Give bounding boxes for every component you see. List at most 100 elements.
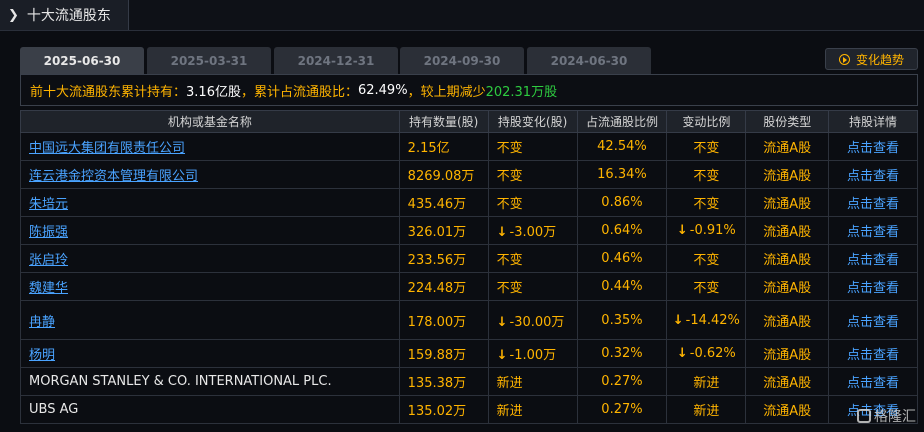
- view-detail-link[interactable]: 点击查看: [847, 348, 899, 363]
- view-detail-link[interactable]: 点击查看: [847, 169, 899, 184]
- cell-pct: 0.86%: [576, 188, 668, 217]
- arrow-down-icon: ↓: [676, 223, 688, 238]
- col-header-change: 持股变化(股): [487, 110, 578, 133]
- cell-name: 张启玲: [20, 244, 400, 273]
- col-header-variation: 变动比例: [666, 110, 747, 133]
- view-detail-link[interactable]: 点击查看: [847, 253, 899, 268]
- change-value: -3.00万: [509, 225, 557, 240]
- holder-name[interactable]: 魏建华: [29, 281, 68, 296]
- arrow-down-icon: ↓: [676, 346, 688, 361]
- change-value: 新进: [496, 376, 523, 391]
- table-row: 连云港金控资本管理有限公司 8269.08万 不变 16.34% 不变 流通A股 点击查看: [20, 160, 918, 189]
- cell-qty: 178.00万: [398, 300, 489, 340]
- summary-ratio: 62.49%: [357, 82, 408, 98]
- cell-detail: 点击查看: [828, 367, 918, 396]
- cell-change: 不变: [487, 272, 578, 301]
- holder-name[interactable]: 连云港金控资本管理有限公司: [29, 169, 198, 184]
- holder-name[interactable]: 中国远大集团有限责任公司: [29, 141, 185, 156]
- play-circle-icon: [838, 53, 850, 65]
- cell-type: 流通A股: [745, 132, 830, 161]
- cell-pct: 0.32%: [576, 339, 668, 368]
- cell-type: 流通A股: [745, 300, 830, 340]
- tab-period-3[interactable]: 2024-09-30: [400, 47, 524, 74]
- cell-pct: 0.27%: [576, 395, 668, 424]
- change-value: 不变: [496, 169, 523, 184]
- holder-name[interactable]: 张启玲: [29, 253, 68, 268]
- tab-period-0[interactable]: 2025-06-30: [20, 47, 144, 74]
- view-detail-link[interactable]: 点击查看: [847, 225, 899, 240]
- cell-qty: 233.56万: [398, 244, 489, 273]
- cell-variation: 不变: [666, 244, 747, 273]
- cell-variation: ↓ -14.42%: [666, 300, 747, 340]
- cell-pct: 0.27%: [576, 367, 668, 396]
- view-detail-link[interactable]: 点击查看: [847, 197, 899, 212]
- change-value: 新进: [496, 404, 523, 419]
- cell-name: 中国远大集团有限责任公司: [20, 132, 400, 161]
- col-header-detail: 持股详情: [828, 110, 918, 133]
- cell-variation: ↓ -0.91%: [666, 216, 747, 245]
- tab-period-4[interactable]: 2024-06-30: [527, 47, 651, 74]
- table-row: 张启玲 233.56万 不变 0.46% 不变 流通A股 点击查看: [20, 244, 918, 273]
- variation-value: 不变: [693, 141, 720, 156]
- cell-type: 流通A股: [745, 244, 830, 273]
- cell-detail: 点击查看: [828, 339, 918, 368]
- page-title: 十大流通股东: [26, 8, 111, 24]
- cell-type: 流通A股: [745, 160, 830, 189]
- cell-detail: 点击查看: [828, 216, 918, 245]
- cell-detail: 点击查看: [828, 244, 918, 273]
- title-tab[interactable]: ❯ 十大流通股东: [0, 0, 129, 30]
- col-header-type: 股份类型: [745, 110, 830, 133]
- variation-value: 不变: [693, 253, 720, 268]
- variation-value: 新进: [693, 404, 720, 419]
- variation-value: 不变: [693, 197, 720, 212]
- logo-icon: [857, 409, 871, 423]
- cell-pct: 0.46%: [576, 244, 668, 273]
- variation-value: 不变: [693, 169, 720, 184]
- holder-name[interactable]: 朱培元: [29, 197, 68, 212]
- cell-change: ↓ -3.00万: [487, 216, 578, 245]
- arrow-down-icon: ↓: [496, 348, 508, 363]
- view-detail-link[interactable]: 点击查看: [847, 376, 899, 391]
- arrow-down-icon: ↓: [496, 225, 508, 240]
- cell-change: 不变: [487, 160, 578, 189]
- variation-value: -0.91%: [689, 223, 736, 238]
- shareholder-table: 机构或基金名称 持有数量(股) 持股变化(股) 占流通股比例 变动比例 股份类型…: [20, 110, 918, 424]
- cell-qty: 135.02万: [398, 395, 489, 424]
- change-value: -30.00万: [509, 314, 565, 330]
- variation-value: -14.42%: [685, 312, 740, 328]
- change-value: 不变: [496, 197, 523, 212]
- cell-variation: ↓ -0.62%: [666, 339, 747, 368]
- cell-detail: 点击查看: [828, 272, 918, 301]
- cell-variation: 不变: [666, 272, 747, 301]
- variation-value: -0.62%: [689, 346, 736, 361]
- summary-sep2: ，较上期减少: [407, 84, 486, 100]
- summary-total: 3.16亿股: [186, 84, 241, 100]
- trend-button[interactable]: 变化趋势: [825, 48, 918, 70]
- cell-detail: 点击查看: [828, 300, 918, 340]
- chevron-right-icon: ❯: [8, 7, 19, 23]
- tab-period-2[interactable]: 2024-12-31: [274, 47, 398, 74]
- cell-qty: 224.48万: [398, 272, 489, 301]
- cell-type: 流通A股: [745, 367, 830, 396]
- view-detail-link[interactable]: 点击查看: [847, 281, 899, 296]
- summary-change: 202.31万股: [485, 84, 558, 100]
- col-header-name: 机构或基金名称: [20, 110, 400, 133]
- holder-name[interactable]: 杨明: [29, 348, 55, 363]
- view-detail-link[interactable]: 点击查看: [847, 141, 899, 156]
- cell-qty: 135.38万: [398, 367, 489, 396]
- holder-name[interactable]: 冉静: [29, 315, 55, 330]
- cell-change: 不变: [487, 188, 578, 217]
- summary-prefix: 前十大流通股东累计持有：: [30, 84, 187, 100]
- view-detail-link[interactable]: 点击查看: [847, 315, 899, 330]
- tab-period-1[interactable]: 2025-03-31: [147, 47, 271, 74]
- cell-qty: 326.01万: [398, 216, 489, 245]
- variation-value: 新进: [693, 376, 720, 391]
- cell-name: MORGAN STANLEY & CO. INTERNATIONAL PLC.: [20, 367, 400, 396]
- holder-name[interactable]: 陈振强: [29, 225, 68, 240]
- table-row: 杨明 159.88万 ↓ -1.00万 0.32% ↓ -0.62% 流通A股 点击查看: [20, 339, 918, 368]
- cell-name: 冉静: [20, 300, 400, 340]
- watermark-text: 格隆汇: [874, 409, 916, 425]
- cell-qty: 435.46万: [398, 188, 489, 217]
- cell-detail: 点击查看: [828, 132, 918, 161]
- cell-name: 杨明: [20, 339, 400, 368]
